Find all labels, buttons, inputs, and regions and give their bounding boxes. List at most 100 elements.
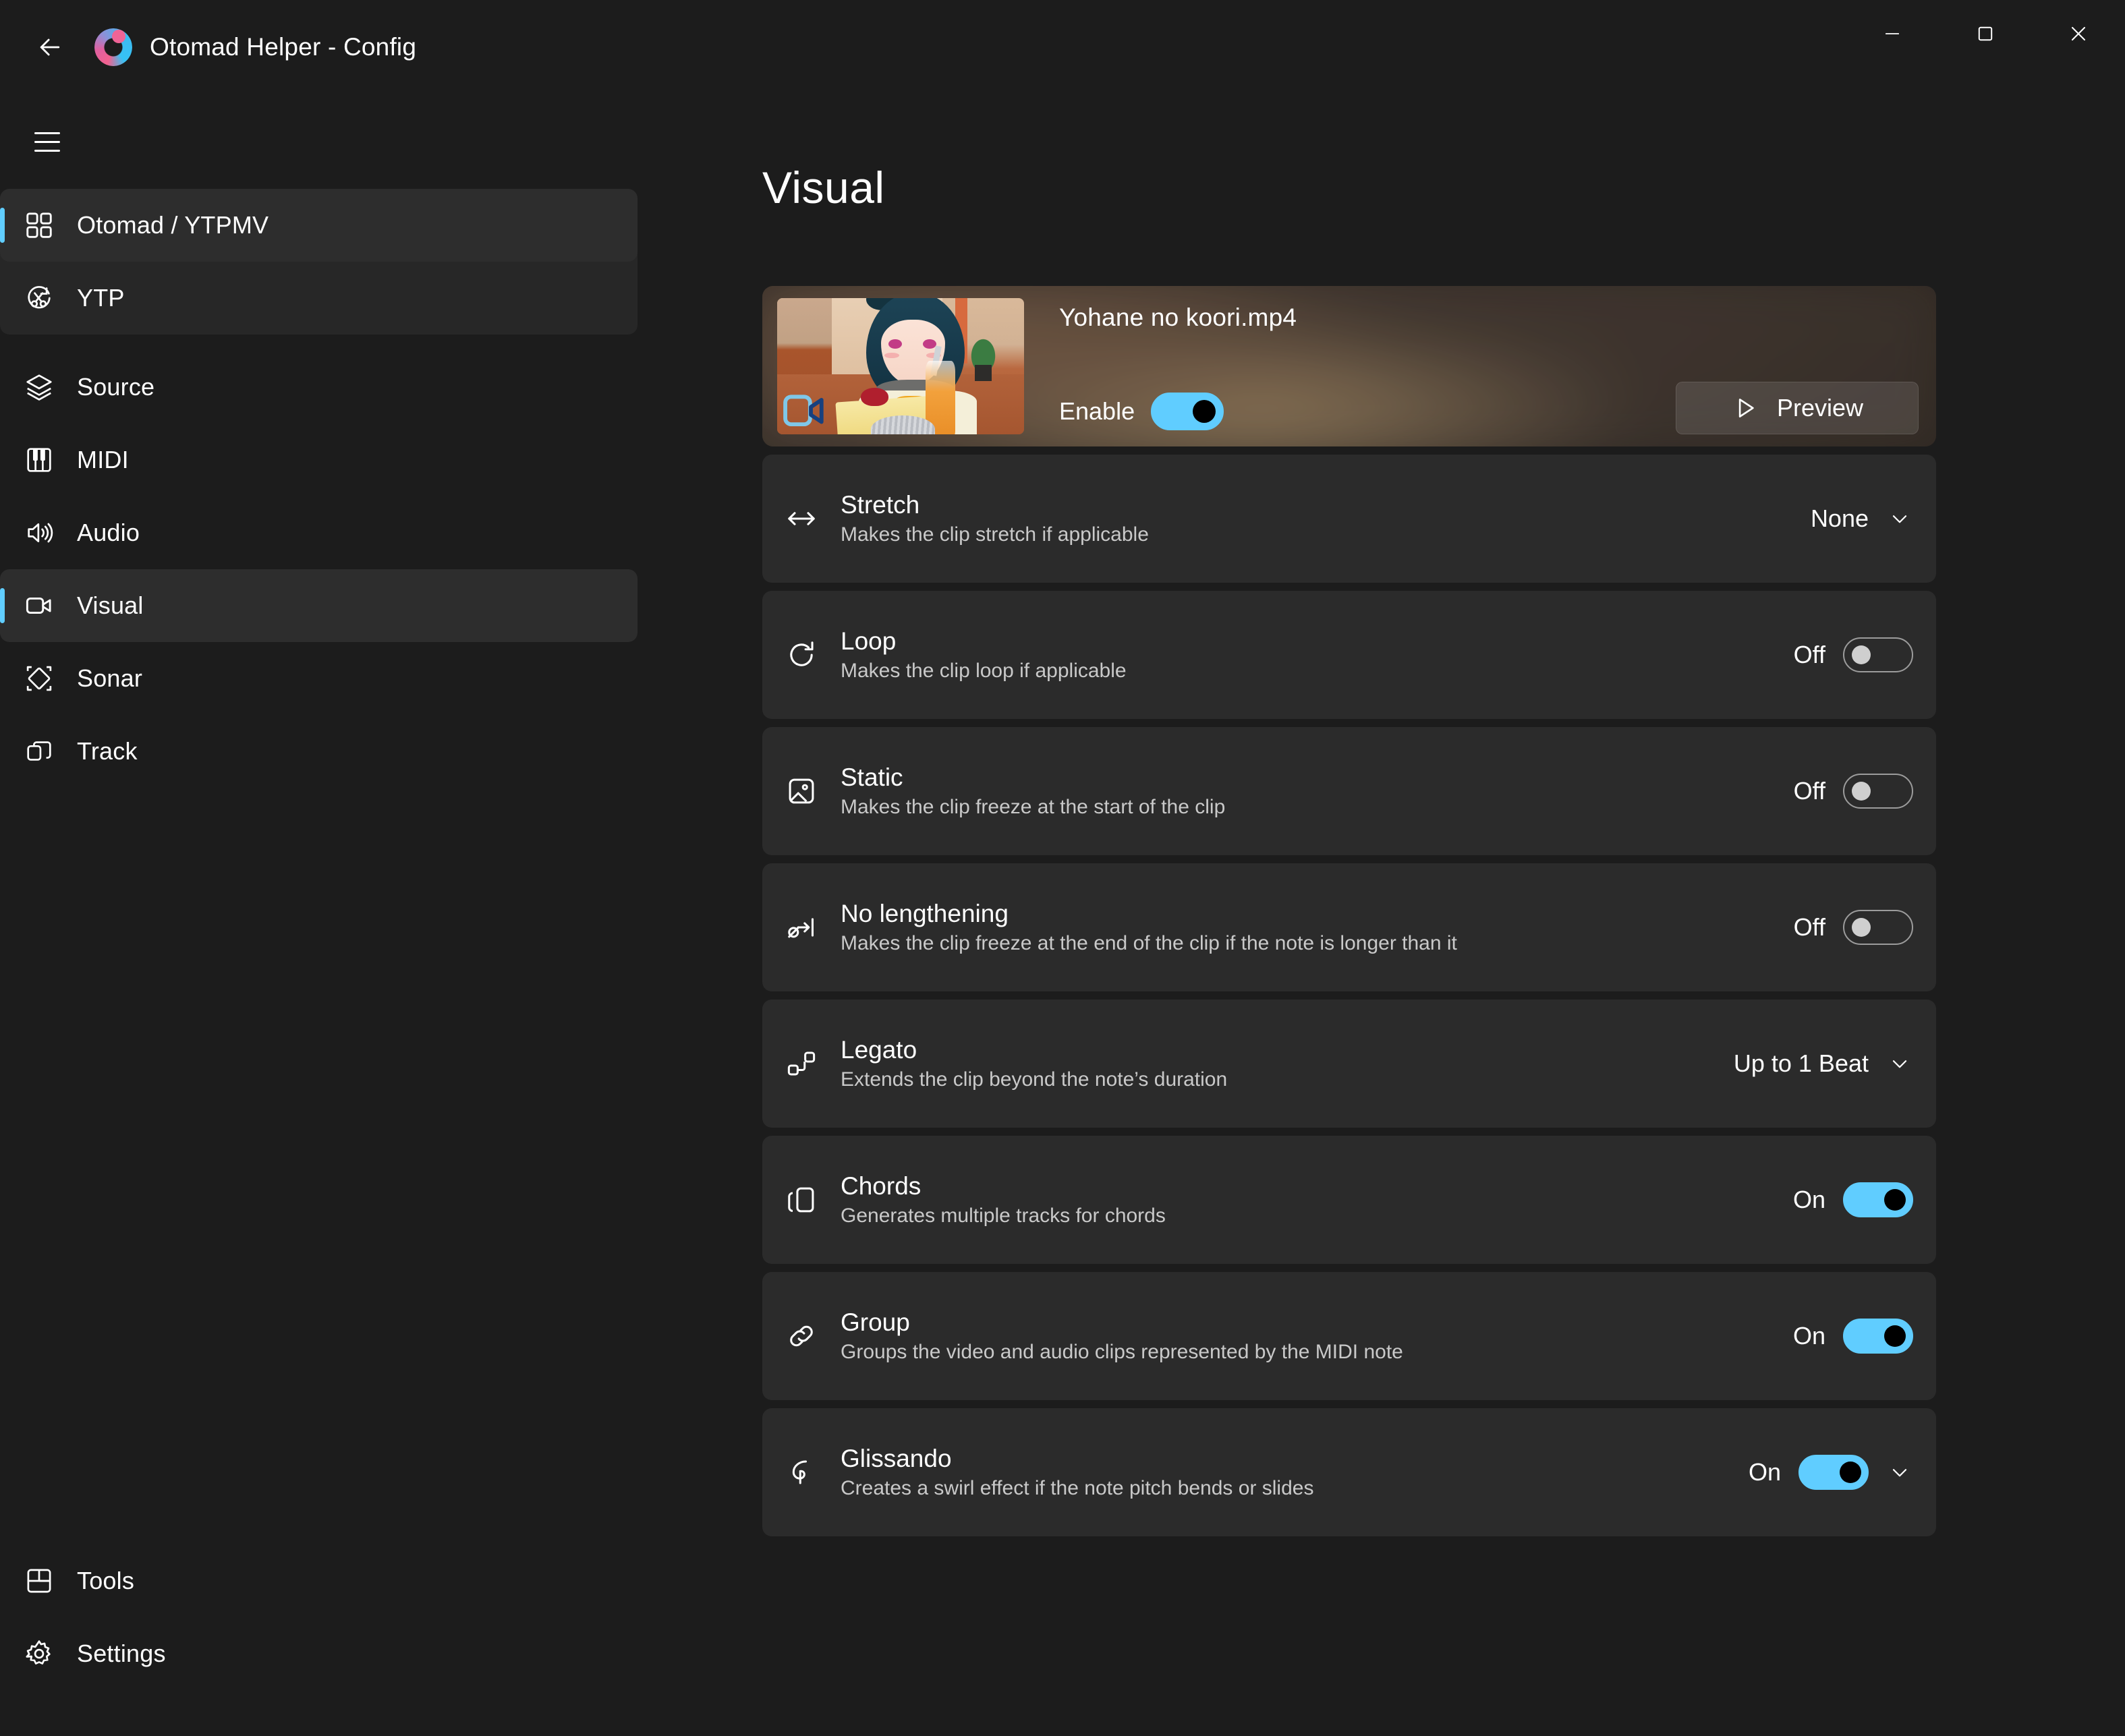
setting-description: Makes the clip loop if applicable <box>841 659 1127 682</box>
sidebar: Otomad / YTPMV YTP Source MIDI Audio Vis… <box>0 189 638 1736</box>
setting-title: Glissando <box>841 1444 952 1472</box>
sidebar-item-label: Sonar <box>77 664 143 692</box>
toggle-state-label: On <box>1748 1458 1781 1486</box>
setting-title: Chords <box>841 1171 922 1200</box>
setting-text: Group Groups the video and audio clips r… <box>841 1308 1793 1363</box>
setting-control[interactable]: Up to 1 Beat <box>1734 1049 1913 1078</box>
video-camera-icon <box>20 587 58 625</box>
minimize-button[interactable] <box>1846 0 1939 67</box>
setting-row-static[interactable]: Static Makes the clip freeze at the star… <box>762 727 1936 855</box>
setting-description: Makes the clip freeze at the end of the … <box>841 931 1457 954</box>
sidebar-item-tools[interactable]: Tools <box>0 1544 638 1617</box>
sidebar-item-sonar[interactable]: Sonar <box>0 642 638 715</box>
no-lengthening-toggle[interactable] <box>1843 910 1913 945</box>
hamburger-menu-icon <box>34 132 60 134</box>
maximize-button[interactable] <box>1939 0 2032 67</box>
close-button[interactable] <box>2032 0 2125 67</box>
sidebar-item-settings[interactable]: Settings <box>0 1617 638 1690</box>
diamond-crop-icon <box>20 660 58 697</box>
sidebar-item-otomad-ytpmv[interactable]: Otomad / YTPMV <box>0 189 638 262</box>
setting-row-chords[interactable]: Chords Generates multiple tracks for cho… <box>762 1136 1936 1264</box>
setting-text: Stretch Makes the clip stretch if applic… <box>841 492 1811 545</box>
sidebar-primary-group: Otomad / YTPMV YTP <box>0 189 638 335</box>
setting-row-stretch[interactable]: Stretch Makes the clip stretch if applic… <box>762 455 1936 583</box>
setting-description: Groups the video and audio clips represe… <box>841 1340 1403 1363</box>
setting-description: Creates a swirl effect if the note pitch… <box>841 1476 1314 1499</box>
setting-row-glissando[interactable]: Glissando Creates a swirl effect if the … <box>762 1408 1936 1536</box>
setting-control[interactable]: Off <box>1794 774 1913 809</box>
link-group-icon <box>777 1319 826 1354</box>
hamburger-menu-button[interactable] <box>15 109 80 174</box>
chords-toggle[interactable] <box>1843 1182 1913 1217</box>
sidebar-item-source[interactable]: Source <box>0 351 638 424</box>
setting-row-group[interactable]: Group Groups the video and audio clips r… <box>762 1272 1936 1400</box>
glissando-toggle[interactable] <box>1798 1455 1869 1490</box>
setting-title: Stretch <box>841 490 920 519</box>
setting-row-no-lengthening[interactable]: No lengthening Makes the clip freeze at … <box>762 863 1936 991</box>
media-preview-card: Yohane no koori.mp4 Enable Preview <box>762 286 1936 446</box>
sidebar-item-midi[interactable]: MIDI <box>0 424 638 496</box>
video-thumbnail[interactable] <box>777 298 1024 434</box>
setting-row-loop[interactable]: Loop Makes the clip loop if applicable O… <box>762 591 1936 719</box>
media-file-name: Yohane no koori.mp4 <box>1059 303 1297 331</box>
toggle-state-label: Off <box>1793 641 1825 668</box>
sidebar-item-label: Tools <box>77 1567 135 1594</box>
sidebar-item-label: Audio <box>77 519 140 546</box>
toggle-state-label: On <box>1792 1186 1825 1213</box>
no-lengthening-icon <box>777 910 826 945</box>
chevron-down-icon[interactable] <box>1886 1050 1913 1077</box>
setting-description: Makes the clip freeze at the start of th… <box>841 795 1226 818</box>
setting-text: Legato Extends the clip beyond the note’… <box>841 1037 1734 1090</box>
loop-toggle[interactable] <box>1843 637 1913 672</box>
setting-control[interactable]: On <box>1793 1182 1913 1217</box>
enable-label: Enable <box>1059 397 1135 425</box>
arrows-horizontal-icon <box>777 501 826 536</box>
grid-apps-icon <box>20 206 58 244</box>
minimize-icon <box>1886 33 1899 34</box>
toggle-state-label: Off <box>1793 777 1825 805</box>
setting-text: Loop Makes the clip loop if applicable <box>841 627 1794 682</box>
sidebar-item-label: Track <box>77 737 138 765</box>
toggle-state-label: Off <box>1793 913 1825 941</box>
group-toggle[interactable] <box>1843 1319 1913 1354</box>
dropdown-value: None <box>1810 504 1869 532</box>
chevron-down-icon[interactable] <box>1886 1459 1913 1486</box>
sidebar-item-label: Settings <box>77 1640 166 1667</box>
main-content: Visual Yohane no koori.mp4 Enable Previe… <box>756 88 2125 1736</box>
sidebar-item-label: Source <box>77 373 155 401</box>
sidebar-item-ytp[interactable]: YTP <box>0 262 638 335</box>
static-toggle[interactable] <box>1843 774 1913 809</box>
enable-toggle[interactable] <box>1151 393 1224 430</box>
setting-control[interactable]: Off <box>1794 910 1913 945</box>
copy-layers-icon <box>20 732 58 770</box>
setting-title: Group <box>841 1308 910 1336</box>
image-picture-icon <box>777 774 826 809</box>
setting-description: Generates multiple tracks for chords <box>841 1204 1166 1227</box>
dropdown-value: Up to 1 Beat <box>1733 1049 1869 1077</box>
setting-control[interactable]: On <box>1793 1319 1913 1354</box>
loop-refresh-icon <box>777 637 826 672</box>
setting-control[interactable]: Off <box>1794 637 1913 672</box>
chevron-down-icon[interactable] <box>1886 505 1913 532</box>
sidebar-item-audio[interactable]: Audio <box>0 496 638 569</box>
page-title: Visual <box>762 163 885 212</box>
sidebar-item-label: MIDI <box>77 446 129 473</box>
chords-copy-icon <box>777 1182 826 1217</box>
setting-row-legato[interactable]: Legato Extends the clip beyond the note’… <box>762 1000 1936 1128</box>
preview-button[interactable]: Preview <box>1676 382 1919 434</box>
sidebar-item-visual[interactable]: Visual <box>0 569 638 642</box>
setting-title: Loop <box>841 627 897 655</box>
setting-control[interactable]: On <box>1749 1455 1913 1490</box>
scissors-refresh-icon <box>20 279 58 317</box>
back-button[interactable] <box>18 15 82 80</box>
setting-title: Legato <box>841 1035 917 1064</box>
app-logo-icon <box>94 28 132 66</box>
video-camera-icon <box>783 394 830 428</box>
setting-text: Chords Generates multiple tracks for cho… <box>841 1171 1793 1227</box>
sidebar-item-label: YTP <box>77 284 125 312</box>
glissando-swirl-icon <box>777 1455 826 1490</box>
setting-control[interactable]: None <box>1811 504 1913 533</box>
sidebar-item-track[interactable]: Track <box>0 715 638 788</box>
toggle-state-label: On <box>1792 1322 1825 1350</box>
